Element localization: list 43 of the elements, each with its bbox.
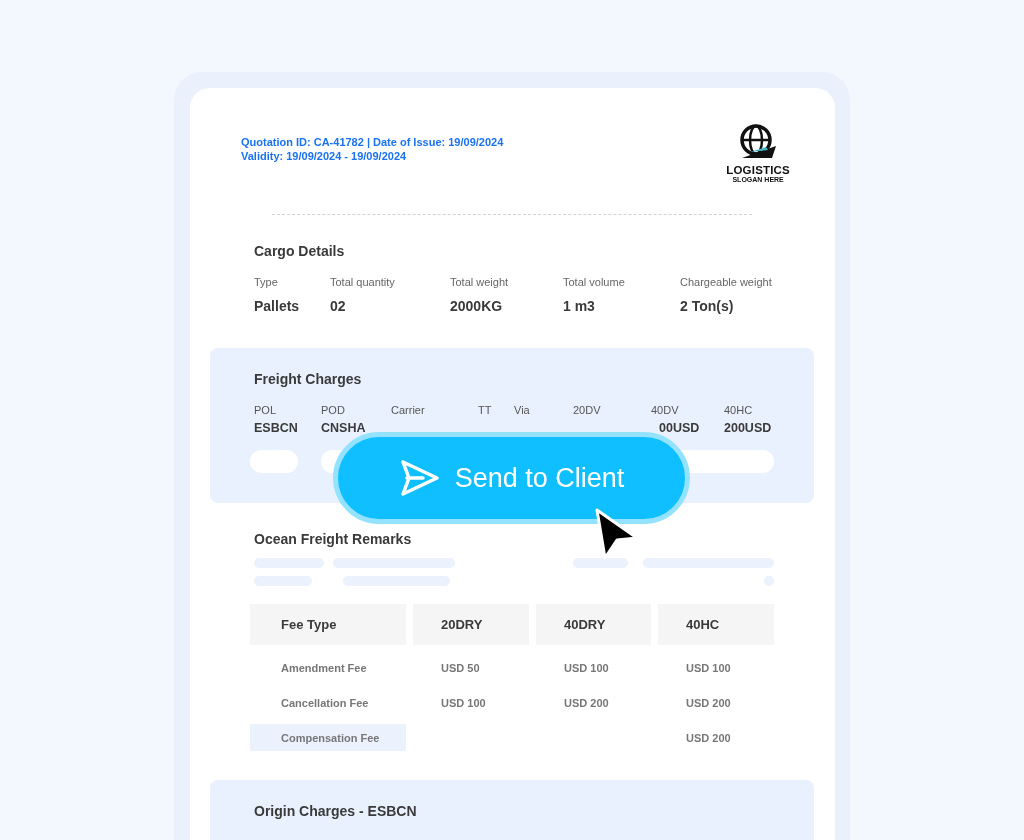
field-label: Total quantity	[330, 275, 396, 289]
table-cell-text: USD 100	[685, 660, 732, 676]
send-icon	[398, 459, 441, 497]
column-header: 40HC	[658, 604, 774, 645]
column-header: Fee Type	[250, 604, 406, 645]
column-value: ESBCN	[254, 421, 299, 436]
fee-type-cell-text: Amendment Fee	[280, 660, 368, 676]
table-cell-text: USD 100	[440, 695, 487, 711]
section-title: Ocean Freight Remarks	[254, 530, 413, 548]
column-label: TT	[478, 403, 493, 417]
section-title: Origin Charges - ESBCN	[254, 802, 418, 820]
table-cell-text: USD 100	[563, 660, 610, 676]
fee-type-cell-text: Cancellation Fee	[280, 695, 370, 711]
table-cell-text: USD 200	[563, 695, 610, 711]
column-label: Carrier	[391, 403, 426, 417]
column-label: 20DV	[573, 403, 602, 417]
field-value: 2000KG	[450, 297, 504, 315]
table-cell-text: USD 50	[440, 660, 481, 676]
fee-type-cell: Compensation Fee	[250, 724, 406, 751]
field-label: Type	[254, 275, 279, 289]
validity-dates: Validity: 19/09/2024 - 19/09/2024	[241, 149, 407, 163]
field-value: Pallets	[254, 297, 301, 315]
field-value: 1 m3	[563, 297, 596, 315]
column-value: 200USD	[724, 421, 773, 436]
column-header: 40DRY	[536, 604, 651, 645]
column-label: Via	[514, 403, 531, 417]
field-label: Chargeable weight	[680, 275, 773, 289]
table-cell-text: USD 200	[685, 695, 732, 711]
column-label: 40DV	[651, 403, 680, 417]
quotation-info: Quotation ID: CA-41782 | Date of Issue: 19/09/2024	[241, 135, 504, 149]
send-to-client-button[interactable]: Send to Client	[333, 432, 690, 524]
field-label: Total weight	[450, 275, 510, 289]
column-header: 20DRY	[413, 604, 529, 645]
column-label: 40HC	[724, 403, 754, 417]
table-cell-text: USD 200	[685, 730, 732, 746]
field-label: Total volume	[563, 275, 626, 289]
field-value: 02	[330, 297, 347, 315]
logo-text: LOGISTICS	[726, 164, 790, 176]
section-title: Freight Charges	[254, 370, 363, 388]
section-title: Cargo Details	[254, 242, 346, 260]
column-label: POD	[321, 403, 346, 417]
column-label: POL	[254, 403, 277, 417]
field-value: 2 Ton(s)	[680, 297, 735, 315]
